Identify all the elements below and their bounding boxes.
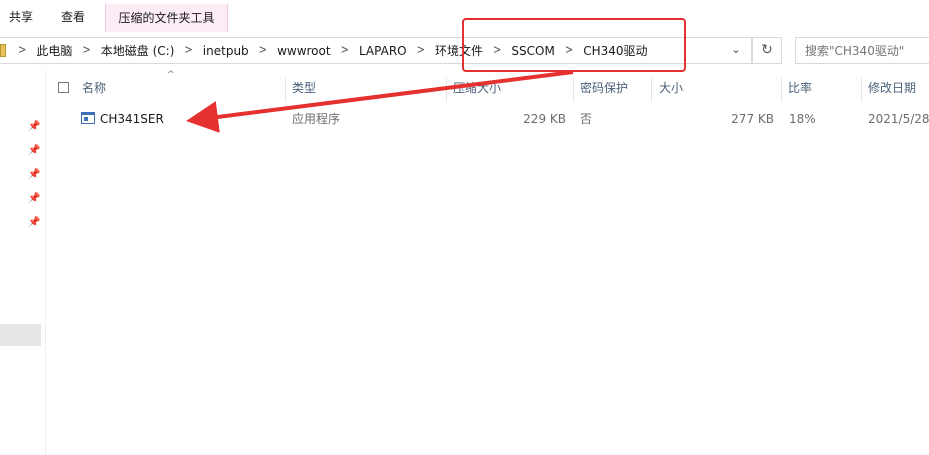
arrow-line <box>186 70 574 133</box>
annotation-arrow <box>186 70 574 133</box>
